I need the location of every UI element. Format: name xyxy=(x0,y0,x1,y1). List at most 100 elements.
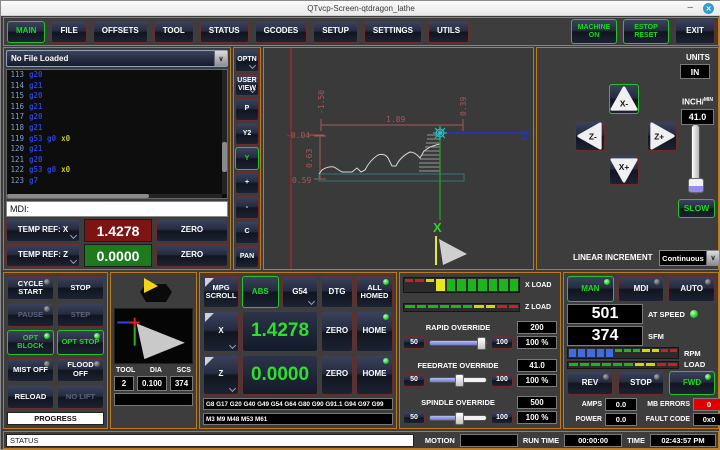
all-homed-button[interactable]: ALL HOMED xyxy=(356,276,393,308)
tab-tool[interactable]: TOOL xyxy=(154,21,194,43)
rapid-max-button[interactable]: 100 xyxy=(491,336,513,349)
temp-ref-z-zero-button[interactable]: ZERO xyxy=(156,244,228,267)
jog-z-minus-button[interactable]: Z- xyxy=(575,121,605,151)
spindle-override-slider[interactable] xyxy=(429,415,487,421)
temp-ref-x-button[interactable]: TEMP REF: X xyxy=(6,219,80,242)
feedrate-override-slider[interactable] xyxy=(429,377,487,383)
fault-code-value: 0x0 xyxy=(693,413,720,426)
rapid-override-slider[interactable] xyxy=(429,340,487,346)
mb-errors-label: MB ERRORS xyxy=(640,401,690,408)
view-y-button[interactable]: Y xyxy=(235,147,259,170)
slow-button[interactable]: SLOW xyxy=(678,199,715,218)
jog-rate-slider[interactable] xyxy=(691,124,700,194)
reload-button[interactable]: RELOAD xyxy=(7,385,54,409)
exit-button[interactable]: EXIT xyxy=(675,19,715,44)
rpm-meter xyxy=(567,347,679,359)
file-mdi-panel: No File Loaded ∨ 113g20 114g21 115g20 11… xyxy=(3,47,231,270)
mist-button[interactable]: MIST OFF xyxy=(7,358,54,382)
gcode-line: 119g53 g0x0 xyxy=(7,134,227,145)
temp-ref-x-zero-button[interactable]: ZERO xyxy=(156,219,228,242)
view-zoom-out-button[interactable]: - xyxy=(235,196,259,219)
spindle-fwd-button[interactable]: FWD xyxy=(669,371,715,395)
tool-scs: 374 xyxy=(170,376,193,391)
tab-setup[interactable]: SETUP xyxy=(313,21,358,43)
close-icon[interactable]: ✕ xyxy=(703,3,714,14)
tab-main[interactable]: MAIN xyxy=(7,21,45,43)
jog-x-minus-button[interactable]: X- xyxy=(609,84,639,114)
spindle-slider-handle[interactable] xyxy=(455,412,464,425)
tab-file[interactable]: FILE xyxy=(51,21,86,43)
cycle-start-button[interactable]: CYCLE START xyxy=(7,276,54,300)
jog-z-plus-button[interactable]: Z+ xyxy=(647,121,677,151)
view-clear-button[interactable]: C xyxy=(235,221,259,244)
opt-block-button[interactable]: OPT BLOCK xyxy=(7,330,54,354)
gcode-line: 117g20 xyxy=(7,112,227,123)
tab-offsets[interactable]: OFFSETS xyxy=(93,21,148,43)
minimize-icon[interactable]: – xyxy=(687,1,693,14)
mdi-input[interactable]: MDI: xyxy=(6,201,228,217)
tab-settings[interactable]: SETTINGS xyxy=(364,21,422,43)
sfm-label: SFM xyxy=(648,332,664,341)
rapid-slider-handle[interactable] xyxy=(477,337,486,350)
spindle-min-button[interactable]: 50 xyxy=(403,411,425,424)
spindle-rev-button[interactable]: REV xyxy=(567,371,613,395)
zero-x-button[interactable]: ZERO xyxy=(321,311,353,352)
machine-on-button[interactable]: MACHINE ON xyxy=(571,19,617,44)
tool-number: 2 xyxy=(114,376,134,391)
jog-x-plus-button[interactable]: X+ xyxy=(609,155,639,185)
temp-ref-x-value: 1.4278 xyxy=(84,219,152,242)
gcode-vertical-scrollbar[interactable] xyxy=(222,70,227,194)
stop-button[interactable]: STOP xyxy=(57,276,104,300)
opt-stop-button[interactable]: OPT STOP xyxy=(57,330,104,354)
zero-z-button[interactable]: ZERO xyxy=(321,355,353,396)
flood-button[interactable]: FLOOD OFF xyxy=(57,358,104,382)
feedrate-min-button[interactable]: 50 xyxy=(403,374,425,387)
cycle-start-led xyxy=(44,279,50,285)
window-title: QTvcp-Screen-qtdragon_lathe xyxy=(307,4,415,13)
gcode-list[interactable]: 113g20 114g21 115g20 116g21 117g20 118g2… xyxy=(6,69,228,199)
home-x-button[interactable]: HOME xyxy=(356,311,393,352)
loaded-file-combo[interactable]: No File Loaded ∨ xyxy=(6,50,228,67)
x-axis-label: X xyxy=(433,220,442,235)
spindle-max-button[interactable]: 100 xyxy=(491,411,513,424)
estop-reset-button[interactable]: ESTOP RESET xyxy=(623,19,669,44)
z-load-meter xyxy=(403,303,520,312)
gcode-horizontal-scrollbar[interactable] xyxy=(7,194,222,198)
mode-man-button[interactable]: MAN xyxy=(567,276,614,302)
tab-status[interactable]: STATUS xyxy=(200,21,249,43)
dtg-button[interactable]: DTG xyxy=(321,276,353,308)
abs-button[interactable]: ABS xyxy=(242,276,279,308)
view-y2-button[interactable]: Y2 xyxy=(235,123,259,146)
spindle-load-meter xyxy=(567,361,679,369)
feedrate-max-button[interactable]: 100 xyxy=(491,374,513,387)
mpg-scroll-button[interactable]: MPG SCROLL xyxy=(203,276,239,308)
increment-chevron-down-icon[interactable]: ∨ xyxy=(706,251,719,265)
temp-ref-z-button[interactable]: TEMP REF: Z xyxy=(6,244,80,267)
spindle-stop-button[interactable]: STOP xyxy=(618,371,664,395)
view-pan-button[interactable]: PAN xyxy=(235,246,259,269)
mode-mdi-button[interactable]: MDI xyxy=(618,276,665,302)
axis-z-button[interactable]: Z xyxy=(203,355,239,396)
tool-info-panel: TOOL DIA SCS 2 0.100 374 xyxy=(110,272,197,429)
linear-increment-combo[interactable]: Continuous ∨ xyxy=(659,250,720,266)
rapid-min-button[interactable]: 50 xyxy=(403,336,425,349)
feedrate-slider-handle[interactable] xyxy=(455,374,464,387)
no-lift-button[interactable]: NO LIFT xyxy=(57,385,104,409)
view-optn-button[interactable]: OPTN xyxy=(235,49,259,72)
view-user-view-button[interactable]: USER VIEW xyxy=(235,74,259,97)
pause-button[interactable]: PAUSE xyxy=(7,303,54,327)
g54-button[interactable]: G54 xyxy=(282,276,319,308)
combo-chevron-down-icon[interactable]: ∨ xyxy=(214,51,227,66)
mode-auto-button[interactable]: AUTO xyxy=(668,276,715,302)
step-button[interactable]: STEP xyxy=(57,303,104,327)
tab-gcodes[interactable]: GCODES xyxy=(255,21,308,43)
axis-x-button[interactable]: X xyxy=(203,311,239,352)
window-titlebar: QTvcp-Screen-qtdragon_lathe – ✕ xyxy=(1,1,720,16)
dim-x-top: -0.04 xyxy=(286,131,310,140)
jog-rate-slider-handle[interactable] xyxy=(688,178,704,193)
view-p-button[interactable]: P xyxy=(235,98,259,121)
toolpath-preview[interactable]: 1.89 -1.50 0.39 -0.04 0.63 0.59 Z xyxy=(263,47,534,270)
tab-utils[interactable]: UTILS xyxy=(428,21,469,43)
view-zoom-in-button[interactable]: + xyxy=(235,172,259,195)
home-z-button[interactable]: HOME xyxy=(356,355,393,396)
